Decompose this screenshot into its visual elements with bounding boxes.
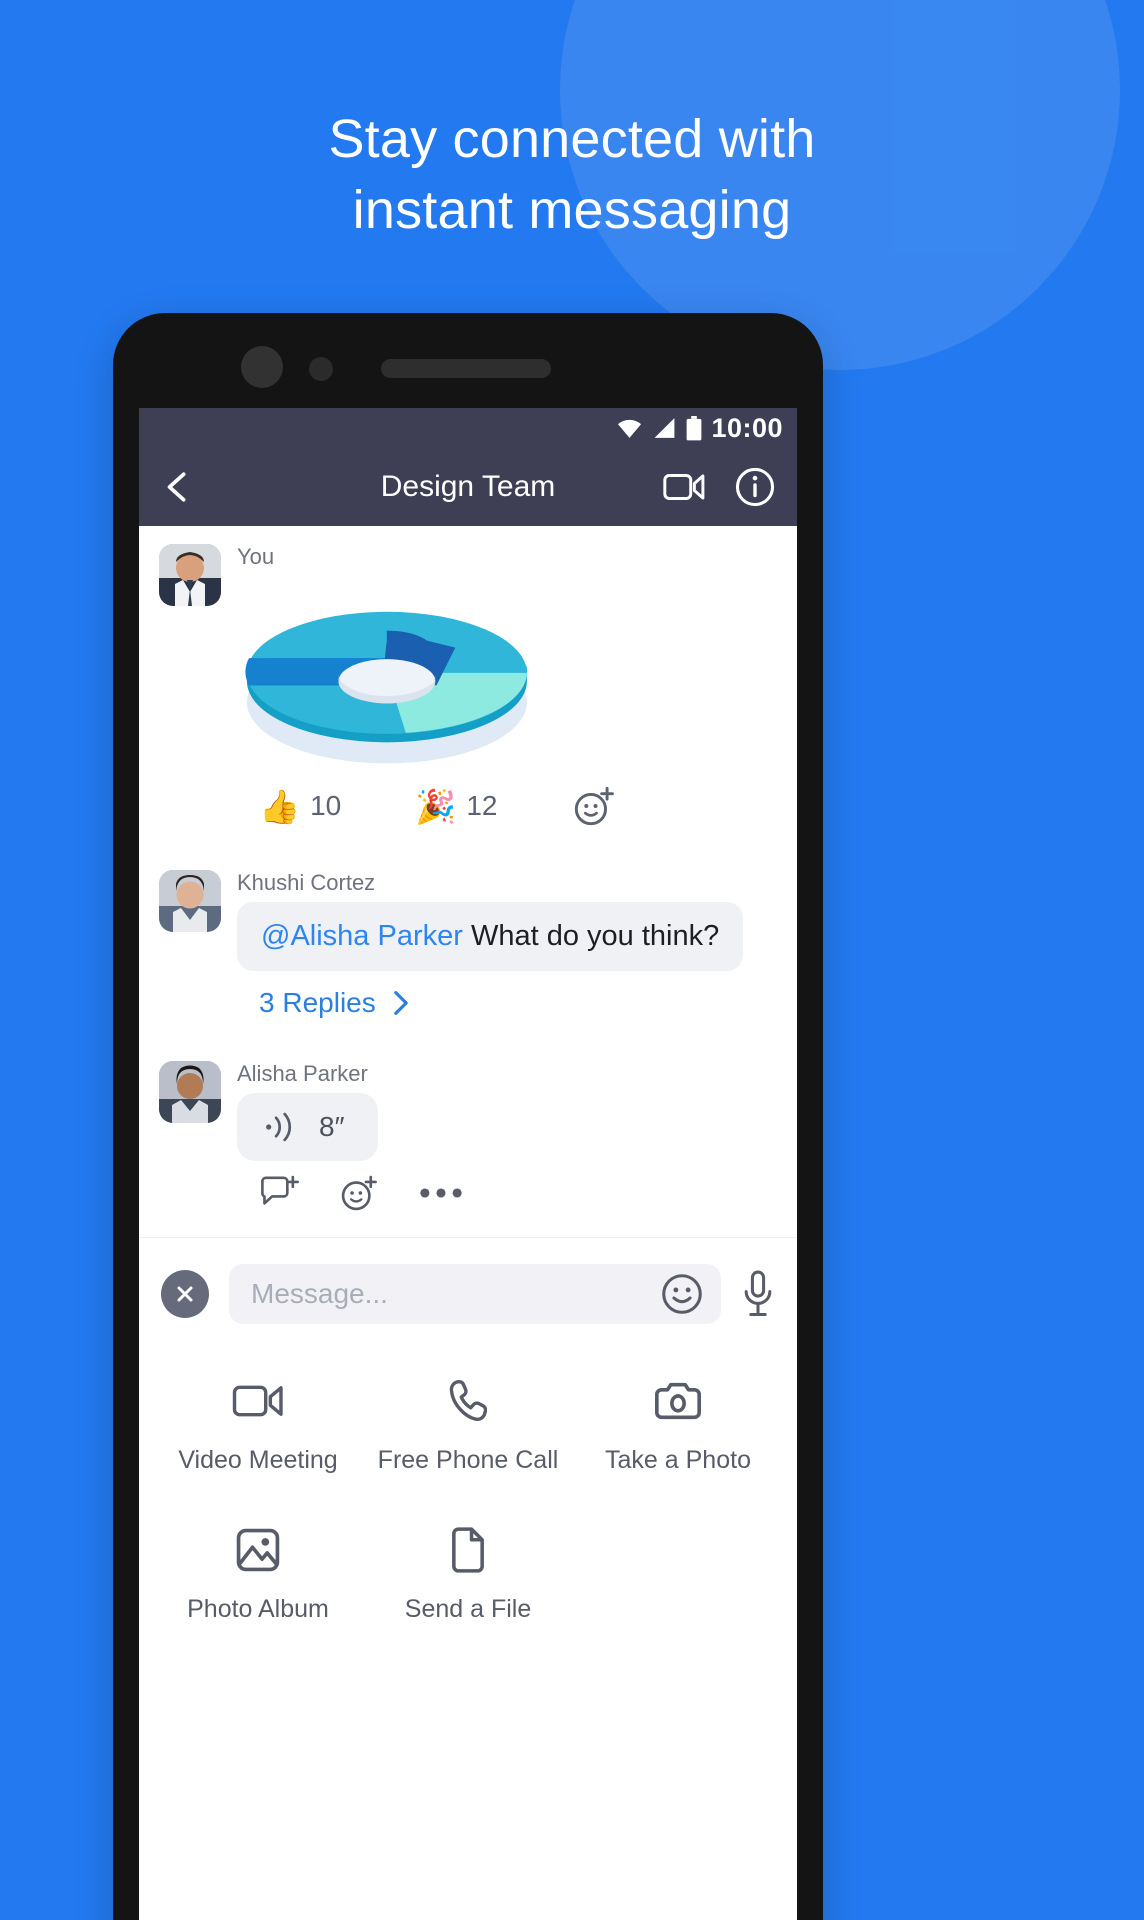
mention-link[interactable]: @Alisha Parker: [261, 920, 463, 952]
headline-line-1: Stay connected with: [328, 109, 816, 169]
message-body: You 👍 10 🎉 12: [237, 544, 777, 826]
video-camera-icon: [232, 1378, 284, 1424]
smiley-icon[interactable]: [661, 1273, 703, 1315]
microphone-icon[interactable]: [741, 1270, 775, 1318]
close-button[interactable]: [161, 1269, 209, 1318]
message-field-wrapper[interactable]: [229, 1263, 721, 1324]
audio-wave-icon: [266, 1112, 292, 1142]
page-headline: Stay connected with instant messaging: [0, 104, 1144, 247]
more-options-icon[interactable]: [419, 1185, 463, 1201]
message-sender: Alisha Parker: [237, 1060, 368, 1086]
message-input[interactable]: [251, 1277, 661, 1310]
info-circle-icon[interactable]: [735, 467, 775, 507]
phone-glyph: [449, 1379, 487, 1421]
action-free-phone-call[interactable]: Free Phone Call: [363, 1378, 573, 1475]
action-send-a-file[interactable]: Send a File: [363, 1527, 573, 1624]
add-reaction-icon[interactable]: [339, 1175, 379, 1211]
file-glyph: [452, 1527, 484, 1573]
phone-mockup: 10:00 Design Team You 👍 10 🎉 12 Khushi C…: [113, 313, 823, 1920]
action-label: Video Meeting: [178, 1445, 338, 1474]
action-photo-album[interactable]: Photo Album: [153, 1527, 363, 1624]
headline-line-2: instant messaging: [352, 180, 792, 241]
chat-message-image: You 👍 10 🎉 12: [139, 544, 797, 826]
action-take-a-photo[interactable]: Take a Photo: [573, 1378, 783, 1475]
avatar[interactable]: [159, 544, 221, 606]
camera-icon: [654, 1378, 702, 1424]
photo-album-glyph: [236, 1528, 280, 1572]
status-time: 10:00: [711, 412, 783, 443]
donut-chart-svg: [245, 611, 527, 764]
chevron-right-icon: [393, 990, 408, 1015]
donut-chart-image[interactable]: [229, 576, 769, 776]
front-camera-icon: [241, 346, 283, 388]
thread-replies-label: 3 Replies: [259, 986, 376, 1018]
party-popper-icon: 🎉: [415, 787, 457, 825]
close-icon: [177, 1286, 193, 1302]
phone-icon: [449, 1378, 487, 1424]
reaction-count: 12: [466, 790, 498, 821]
chat-message-text: Khushi Cortez @Alisha Parker What do you…: [139, 870, 797, 1019]
reaction-count: 10: [310, 790, 342, 821]
chat-message-voice: Alisha Parker 8″: [139, 1060, 797, 1211]
video-camera-glyph: [232, 1385, 283, 1417]
voice-duration: 8″: [319, 1110, 345, 1142]
action-label: Photo Album: [187, 1594, 329, 1623]
photo-album-icon: [236, 1527, 280, 1573]
thumbs-up-reaction[interactable]: 👍 10: [259, 790, 341, 823]
action-video-meeting[interactable]: Video Meeting: [153, 1378, 363, 1475]
message-text: What do you think?: [462, 920, 720, 952]
wifi-icon: [618, 419, 642, 438]
thumbs-up-icon: 👍: [259, 787, 301, 825]
phone-bezel-top: [113, 313, 823, 408]
action-label: Free Phone Call: [377, 1445, 559, 1474]
chevron-left-icon[interactable]: [161, 470, 195, 504]
earpiece-speaker: [381, 359, 551, 378]
avatar-image: [159, 870, 221, 932]
avatar-image: [159, 1060, 221, 1123]
party-popper-reaction[interactable]: 🎉 12: [415, 790, 497, 823]
thread-replies-link[interactable]: 3 Replies: [259, 987, 777, 1019]
video-camera-icon[interactable]: [663, 472, 705, 502]
chat-message-list: You 👍 10 🎉 12 Khushi Cortez @Alisha Park…: [139, 526, 797, 1211]
chat-header: Design Team: [139, 448, 797, 526]
message-bubble[interactable]: @Alisha Parker What do you think?: [237, 902, 744, 971]
reaction-bar: 👍 10 🎉 12: [259, 786, 777, 826]
avatar-image: [159, 544, 221, 606]
quick-actions-grid: Video Meeting Free Phone Call Take a Pho…: [139, 1348, 797, 1624]
action-label: Send a File: [404, 1594, 532, 1623]
message-sender: Khushi Cortez: [237, 870, 376, 895]
message-sender: You: [237, 544, 275, 569]
message-input-bar: [139, 1236, 797, 1348]
header-actions: [663, 467, 775, 507]
camera-glyph: [655, 1382, 701, 1419]
cellular-signal-icon: [655, 418, 675, 438]
avatar[interactable]: [159, 870, 221, 932]
sensor-icon: [309, 357, 333, 381]
add-reaction-icon[interactable]: [572, 786, 616, 826]
voice-message-bubble[interactable]: 8″: [237, 1092, 379, 1161]
message-action-bar: [259, 1175, 777, 1211]
phone-screen: 10:00 Design Team You 👍 10 🎉 12 Khushi C…: [139, 408, 797, 1920]
file-icon: [450, 1527, 486, 1573]
message-body: Alisha Parker 8″: [237, 1061, 777, 1211]
action-label: Take a Photo: [605, 1445, 751, 1474]
avatar[interactable]: [159, 1060, 221, 1123]
battery-icon: [687, 415, 702, 440]
status-bar: 10:00: [139, 408, 797, 448]
reply-icon[interactable]: [259, 1175, 299, 1211]
message-body: Khushi Cortez @Alisha Parker What do you…: [237, 870, 777, 1019]
